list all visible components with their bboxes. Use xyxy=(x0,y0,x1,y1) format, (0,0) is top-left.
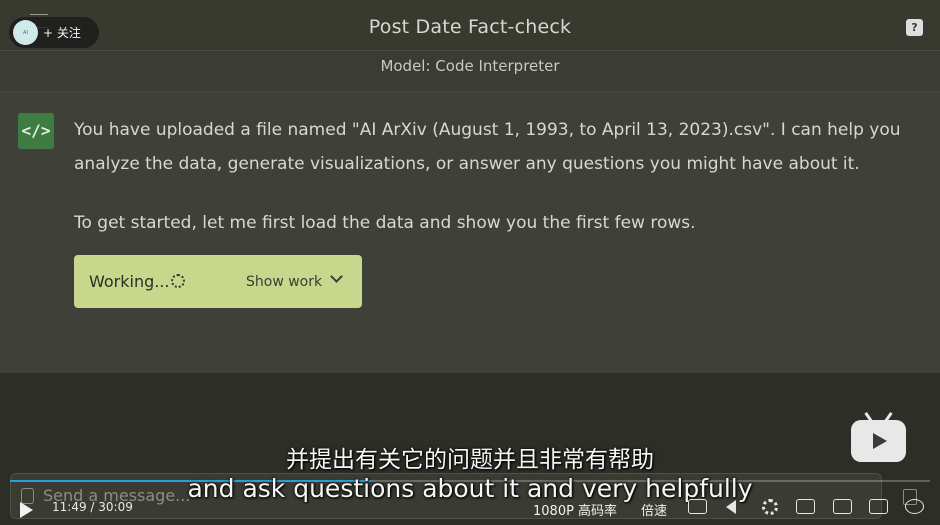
play-icon[interactable] xyxy=(20,502,33,518)
gear-icon[interactable] xyxy=(762,499,778,515)
danmaku-icon[interactable] xyxy=(905,499,924,514)
fullscreen-icon[interactable] xyxy=(869,499,888,514)
model-bar: Model: Code Interpreter xyxy=(0,51,940,92)
quality-button[interactable]: 1080P 高码率 xyxy=(533,500,617,519)
top-bar: Post Date Fact-check ? xyxy=(0,0,940,51)
subtitle-chinese: 并提出有关它的问题并且非常有帮助 xyxy=(286,447,654,473)
working-label: Working... xyxy=(89,272,170,291)
spinner-icon xyxy=(171,274,185,288)
chevron-down-icon[interactable] xyxy=(330,270,343,283)
show-work-button[interactable]: Show work xyxy=(246,274,322,290)
channel-avatar: AI xyxy=(13,20,38,45)
speed-button[interactable]: 倍速 xyxy=(641,500,667,519)
code-icon: </> xyxy=(18,113,54,149)
help-icon[interactable]: ? xyxy=(906,19,923,36)
model-label: Model: Code Interpreter xyxy=(380,57,560,75)
follow-button[interactable]: AI + 关注 xyxy=(9,17,99,48)
video-time: 11:49 / 30:09 xyxy=(52,500,133,514)
subtitle-off-icon[interactable] xyxy=(688,499,707,514)
assistant-message-text: You have uploaded a file named "AI ArXiv… xyxy=(74,120,901,174)
volume-icon[interactable] xyxy=(726,500,736,514)
assistant-message-text-2: To get started, let me first load the da… xyxy=(74,213,696,233)
pip-icon[interactable] xyxy=(796,499,815,514)
working-indicator[interactable]: Working... Show work xyxy=(74,255,362,308)
widescreen-icon[interactable] xyxy=(833,499,852,514)
follow-label: + 关注 xyxy=(43,26,81,40)
page-title: Post Date Fact-check xyxy=(368,16,572,38)
